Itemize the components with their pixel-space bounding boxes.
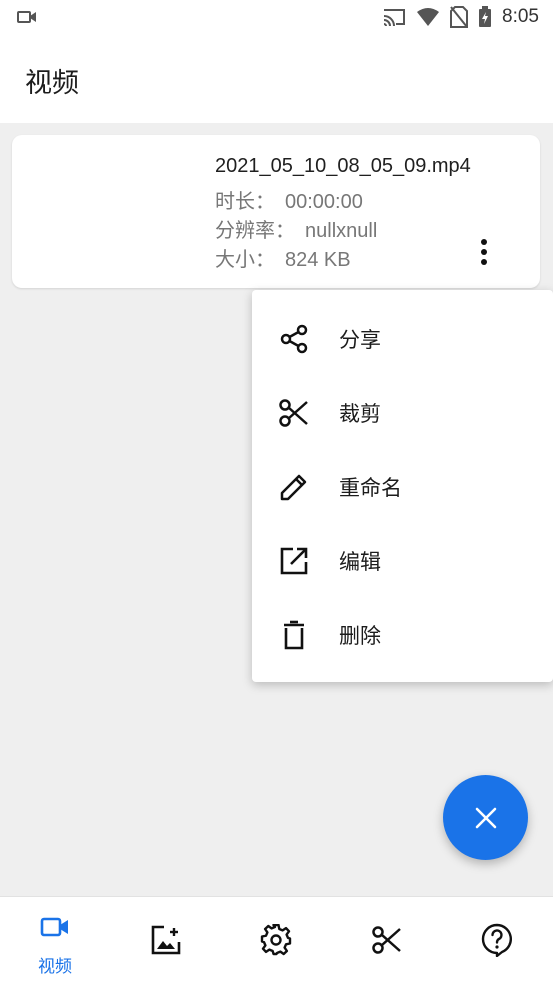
size-label: 大小：	[215, 247, 275, 271]
duration-value: 00:00:00	[285, 191, 363, 213]
menu-label-delete: 删除	[339, 624, 381, 648]
menu-item-rename[interactable]: 重命名	[252, 450, 553, 524]
menu-label-share: 分享	[339, 328, 381, 352]
scissors-icon	[278, 397, 310, 429]
page-title: 视频	[25, 68, 79, 99]
status-bar: 8:05	[0, 0, 553, 37]
duration-row: 时长： 00:00:00	[215, 185, 363, 214]
settings-gear-icon	[260, 924, 292, 956]
image-icon	[150, 924, 182, 956]
nav-item-video[interactable]: 视频	[0, 897, 110, 984]
nav-item-help[interactable]	[442, 897, 552, 984]
file-name: 2021_05_10_08_05_09.mp4	[215, 155, 471, 177]
cast-icon	[382, 7, 406, 27]
wifi-icon	[416, 7, 440, 27]
close-fab-button[interactable]	[443, 775, 528, 860]
menu-item-trim[interactable]: 裁剪	[252, 376, 553, 450]
clock: 8:05	[502, 6, 539, 27]
video-camera-icon	[40, 915, 70, 939]
size-value: 824 KB	[285, 249, 351, 271]
bottom-navigation: 视频	[0, 896, 553, 984]
menu-item-share[interactable]: 分享	[252, 302, 553, 376]
share-icon	[278, 323, 310, 355]
app-bar: 视频	[0, 37, 553, 123]
menu-label-edit: 编辑	[339, 550, 381, 574]
open-external-icon	[278, 545, 310, 577]
video-card[interactable]: 2021_05_10_08_05_09.mp4 时长： 00:00:00 分辨率：…	[12, 135, 540, 288]
resolution-row: 分辨率： nullxnull	[215, 214, 377, 243]
resolution-label: 分辨率：	[215, 218, 295, 242]
no-sim-icon	[450, 6, 469, 28]
more-options-button[interactable]	[470, 237, 498, 267]
context-menu: 分享 裁剪 重命名 编辑 删除	[252, 290, 553, 682]
duration-label: 时长：	[215, 189, 275, 213]
resolution-value: nullxnull	[305, 220, 378, 242]
pencil-icon	[278, 471, 310, 503]
menu-item-delete[interactable]: 删除	[252, 598, 553, 672]
nav-item-settings[interactable]	[221, 897, 331, 984]
nav-item-image[interactable]	[111, 897, 221, 984]
nav-item-trim[interactable]	[332, 897, 442, 984]
menu-label-rename: 重命名	[339, 476, 402, 500]
video-camera-icon	[17, 10, 37, 24]
battery-charging-icon	[478, 6, 492, 28]
close-icon	[474, 806, 498, 830]
trash-icon	[278, 619, 310, 651]
help-icon	[481, 923, 513, 957]
nav-label-video: 视频	[38, 957, 72, 977]
more-vertical-icon	[480, 238, 488, 266]
menu-label-trim: 裁剪	[339, 402, 381, 426]
scissors-icon	[371, 924, 403, 956]
menu-item-edit[interactable]: 编辑	[252, 524, 553, 598]
size-row: 大小： 824 KB	[215, 243, 351, 272]
